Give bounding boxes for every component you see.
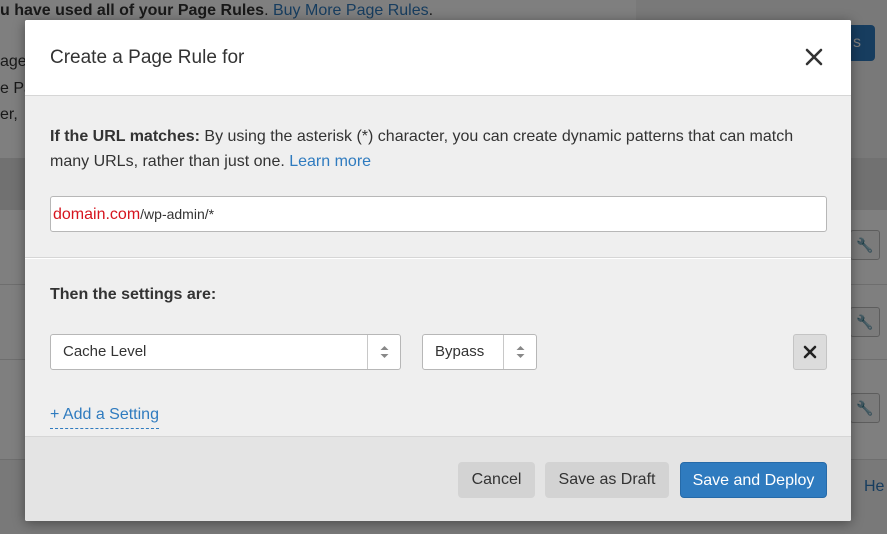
select-arrows-icon bbox=[367, 335, 400, 369]
close-icon[interactable] bbox=[801, 44, 827, 70]
save-and-deploy-button[interactable]: Save and Deploy bbox=[680, 462, 827, 498]
dialog-header: Create a Page Rule for bbox=[25, 20, 851, 96]
url-path-text: /wp-admin/* bbox=[140, 206, 215, 222]
cancel-button[interactable]: Cancel bbox=[458, 462, 535, 498]
add-setting-link[interactable]: + Add a Setting bbox=[50, 406, 159, 429]
url-domain-text: domain.com bbox=[53, 206, 141, 223]
url-match-label: If the URL matches: bbox=[50, 128, 200, 145]
create-page-rule-dialog: Create a Page Rule for If the URL matche… bbox=[25, 20, 851, 521]
remove-icon bbox=[803, 345, 817, 359]
dialog-footer: Cancel Save as Draft Save and Deploy bbox=[25, 437, 851, 521]
setting-value-text: Bypass bbox=[435, 343, 485, 360]
select-arrows-icon bbox=[503, 335, 536, 369]
setting-name-value: Cache Level bbox=[63, 343, 147, 360]
remove-setting-button[interactable] bbox=[793, 334, 827, 370]
setting-name-select[interactable]: Cache Level bbox=[50, 334, 401, 370]
save-as-draft-button[interactable]: Save as Draft bbox=[545, 462, 669, 498]
url-pattern-input[interactable]: domain.com/wp-admin/* bbox=[50, 196, 827, 232]
setting-value-select[interactable]: Bypass bbox=[422, 334, 537, 370]
settings-section: Then the settings are: Cache Level Bypas… bbox=[25, 259, 851, 437]
url-match-section: If the URL matches: By using the asteris… bbox=[25, 96, 851, 258]
learn-more-link[interactable]: Learn more bbox=[289, 153, 371, 170]
settings-label: Then the settings are: bbox=[50, 286, 217, 303]
url-match-description: If the URL matches: By using the asteris… bbox=[50, 124, 810, 174]
dialog-title: Create a Page Rule for bbox=[50, 47, 245, 68]
